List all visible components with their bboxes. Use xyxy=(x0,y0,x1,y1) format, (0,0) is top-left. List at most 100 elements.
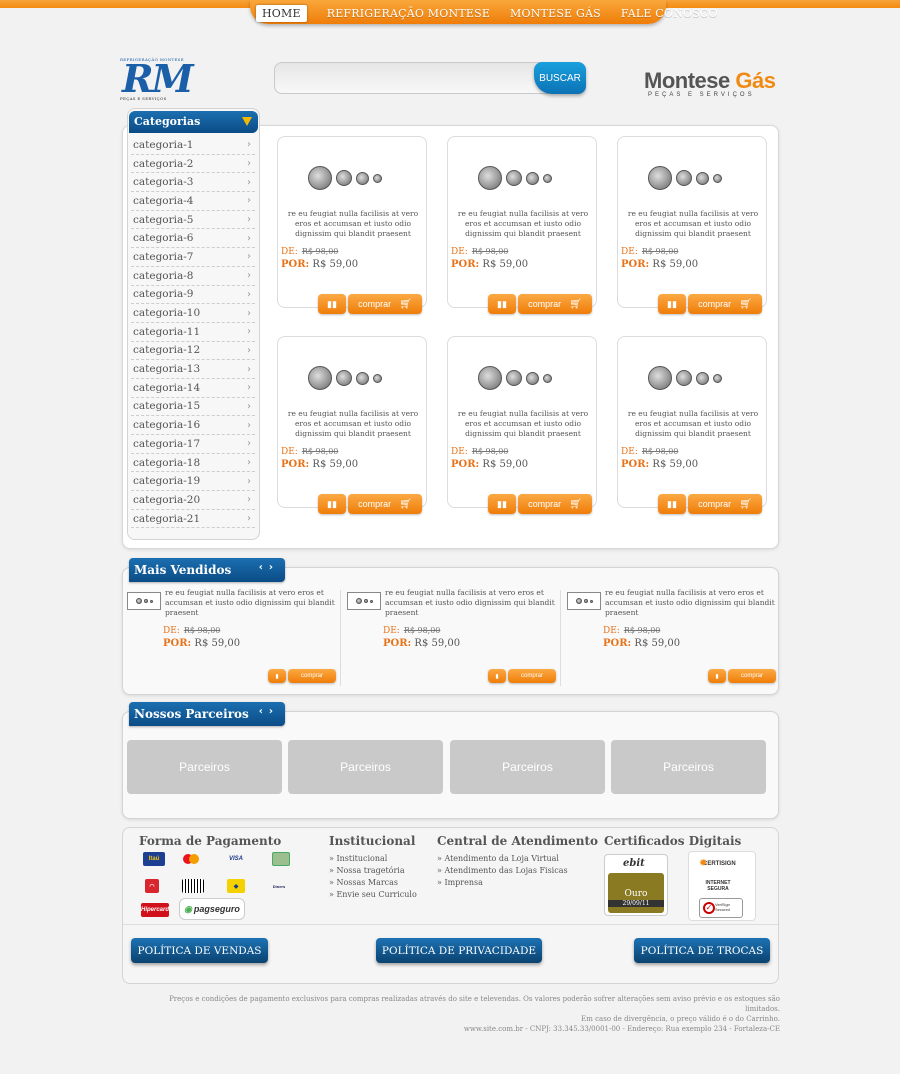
details-book-icon[interactable]: ▮▮ xyxy=(658,494,686,514)
new-price-value: R$ 59,00 xyxy=(194,638,241,649)
nav-montese-gas[interactable]: MONTESE GÁS xyxy=(510,7,601,20)
category-item[interactable]: categoria-13 › xyxy=(131,360,255,379)
category-item[interactable]: categoria-19 › xyxy=(131,472,255,492)
category-item[interactable]: categoria-17 › xyxy=(131,435,255,454)
product-card[interactable]: re eu feugiat nulla facilisis at vero er… xyxy=(277,336,427,508)
footer-link[interactable]: » Imprensa xyxy=(437,877,568,889)
category-item[interactable]: categoria-7 › xyxy=(131,248,255,267)
partner-slot[interactable]: Parceiros xyxy=(288,740,443,794)
category-item[interactable]: categoria-16 › xyxy=(131,416,255,435)
new-price: POR: R$ 59,00 xyxy=(451,259,528,270)
product-thumbnail[interactable] xyxy=(127,592,161,610)
footer-link[interactable]: » Envie seu Curriculo xyxy=(329,889,417,901)
rm-logo[interactable]: REFRIGERAÇÃO MONTESE RM PEÇAS E SERVIÇOS xyxy=(120,57,194,103)
product-part-icon xyxy=(356,171,369,185)
category-item[interactable]: categoria-1 › xyxy=(131,136,255,155)
product-image[interactable] xyxy=(308,166,392,190)
security-seals[interactable]: CERTISIGN ✹ INTERNET SEGURA ✓ VeriSign S… xyxy=(688,851,756,921)
old-price: DE: R$ 98,00 xyxy=(603,626,660,636)
product-card[interactable]: re eu feugiat nulla facilisis at vero er… xyxy=(447,336,597,508)
category-item[interactable]: categoria-9 › xyxy=(131,286,255,305)
nav-home[interactable]: HOME xyxy=(256,4,307,22)
montese-gas-logo[interactable]: Montese Gás PEÇAS E SERVIÇOS xyxy=(644,62,784,102)
details-book-icon[interactable]: ▮▮ xyxy=(488,294,516,314)
new-price-label: POR: xyxy=(281,459,310,470)
partners-nav-arrows[interactable]: ‹› xyxy=(259,706,279,717)
categories-header[interactable]: Categorias xyxy=(129,111,258,133)
nav-refrigeracao-montese[interactable]: REFRIGERAÇÃO MONTESE xyxy=(327,7,490,20)
partner-slot[interactable]: Parceiros xyxy=(127,740,282,794)
partner-slot[interactable]: Parceiros xyxy=(611,740,766,794)
old-price-value: R$ 98,00 xyxy=(471,247,509,256)
buy-label: comprar xyxy=(698,299,732,309)
details-book-icon[interactable]: ▮▮ xyxy=(318,294,346,314)
details-book-icon[interactable]: ▮ xyxy=(488,669,506,683)
product-card[interactable]: re eu feugiat nulla facilisis at vero er… xyxy=(617,336,767,508)
product-part-icon xyxy=(676,370,692,386)
product-card[interactable]: re eu feugiat nulla facilisis at vero er… xyxy=(277,136,427,308)
product-image[interactable] xyxy=(478,166,562,190)
buy-button[interactable]: comprar 🛒︎ xyxy=(688,294,762,314)
triangle-down-icon[interactable] xyxy=(242,117,252,126)
category-item[interactable]: categoria-11 › xyxy=(131,323,255,342)
footer-link[interactable]: » Nossas Marcas xyxy=(329,877,417,889)
product-image[interactable] xyxy=(648,366,732,390)
footer-link[interactable]: » Atendimento das Lojas Fisicas xyxy=(437,865,568,877)
old-price-label: DE: xyxy=(281,447,298,457)
ebit-seal[interactable]: ebit Ouro 29/09/11 xyxy=(604,854,668,916)
footer-link[interactable]: » Atendimento da Loja Virtual xyxy=(437,853,568,865)
nav-fale-conosco[interactable]: FALE CONOSCO xyxy=(621,7,718,20)
partner-slot[interactable]: Parceiros xyxy=(450,740,605,794)
new-price-value: R$ 59,00 xyxy=(482,459,529,470)
best-seller-item[interactable]: re eu feugiat nulla facilisis at vero er… xyxy=(562,566,778,666)
category-item[interactable]: categoria-3 › xyxy=(131,173,255,193)
category-item[interactable]: categoria-6 › xyxy=(131,229,255,249)
footer-link[interactable]: » Nossa tragetória xyxy=(329,865,417,877)
category-item[interactable]: categoria-12 › xyxy=(131,342,255,361)
best-seller-item[interactable]: re eu feugiat nulla facilisis at vero er… xyxy=(122,566,338,666)
search-input[interactable] xyxy=(283,69,523,89)
details-book-icon[interactable]: ▮▮ xyxy=(658,294,686,314)
product-card[interactable]: re eu feugiat nulla facilisis at vero er… xyxy=(447,136,597,308)
product-image[interactable] xyxy=(648,166,732,190)
category-item[interactable]: categoria-10 › xyxy=(131,304,255,323)
product-image[interactable] xyxy=(478,366,562,390)
footer-link[interactable]: » Institucional xyxy=(329,853,417,865)
buy-button[interactable]: comprar 🛒︎ xyxy=(688,494,762,514)
details-book-icon[interactable]: ▮▮ xyxy=(318,494,346,514)
buy-button[interactable]: comprar 🛒︎ xyxy=(348,294,422,314)
old-price: DE: R$ 98,00 xyxy=(163,626,220,636)
product-card[interactable]: re eu feugiat nulla facilisis at vero er… xyxy=(617,136,767,308)
category-item[interactable]: categoria-18 › xyxy=(131,454,255,473)
buy-button[interactable]: comprar 🛒︎ xyxy=(348,494,422,514)
details-book-icon[interactable]: ▮▮ xyxy=(488,494,516,514)
category-item[interactable]: categoria-21 › xyxy=(131,510,255,529)
buy-button[interactable]: comprar xyxy=(728,669,776,683)
product-thumbnail[interactable] xyxy=(347,592,381,610)
best-seller-item[interactable]: re eu feugiat nulla facilisis at vero er… xyxy=(342,566,558,666)
product-description: re eu feugiat nulla facilisis at vero er… xyxy=(605,588,775,617)
category-item[interactable]: categoria-8 › xyxy=(131,267,255,286)
category-item[interactable]: categoria-20 › xyxy=(131,491,255,510)
category-item[interactable]: categoria-2 › xyxy=(131,155,255,174)
old-price-value: R$ 98,00 xyxy=(301,247,339,256)
buy-button[interactable]: comprar 🛒︎ xyxy=(518,294,592,314)
buy-button[interactable]: comprar xyxy=(508,669,556,683)
buy-button[interactable]: comprar 🛒︎ xyxy=(518,494,592,514)
support-title: Central de Atendimento xyxy=(437,834,599,848)
category-label: categoria-4 xyxy=(133,194,194,207)
product-image[interactable] xyxy=(308,366,392,390)
details-book-icon[interactable]: ▮ xyxy=(268,669,286,683)
search-button[interactable]: BUSCAR xyxy=(534,62,586,94)
buy-button[interactable]: comprar xyxy=(288,669,336,683)
category-item[interactable]: categoria-4 › xyxy=(131,192,255,211)
privacy-policy-button[interactable]: POLÍTICA DE PRIVACIDADE xyxy=(376,938,542,963)
buy-label: comprar xyxy=(358,499,392,509)
category-item[interactable]: categoria-14 › xyxy=(131,379,255,398)
details-book-icon[interactable]: ▮ xyxy=(708,669,726,683)
category-item[interactable]: categoria-15 › xyxy=(131,398,255,417)
category-item[interactable]: categoria-5 › xyxy=(131,211,255,230)
sales-policy-button[interactable]: POLÍTICA DE VENDAS xyxy=(131,938,268,963)
product-thumbnail[interactable] xyxy=(567,592,601,610)
returns-policy-button[interactable]: POLÍTICA DE TROCAS xyxy=(634,938,770,963)
